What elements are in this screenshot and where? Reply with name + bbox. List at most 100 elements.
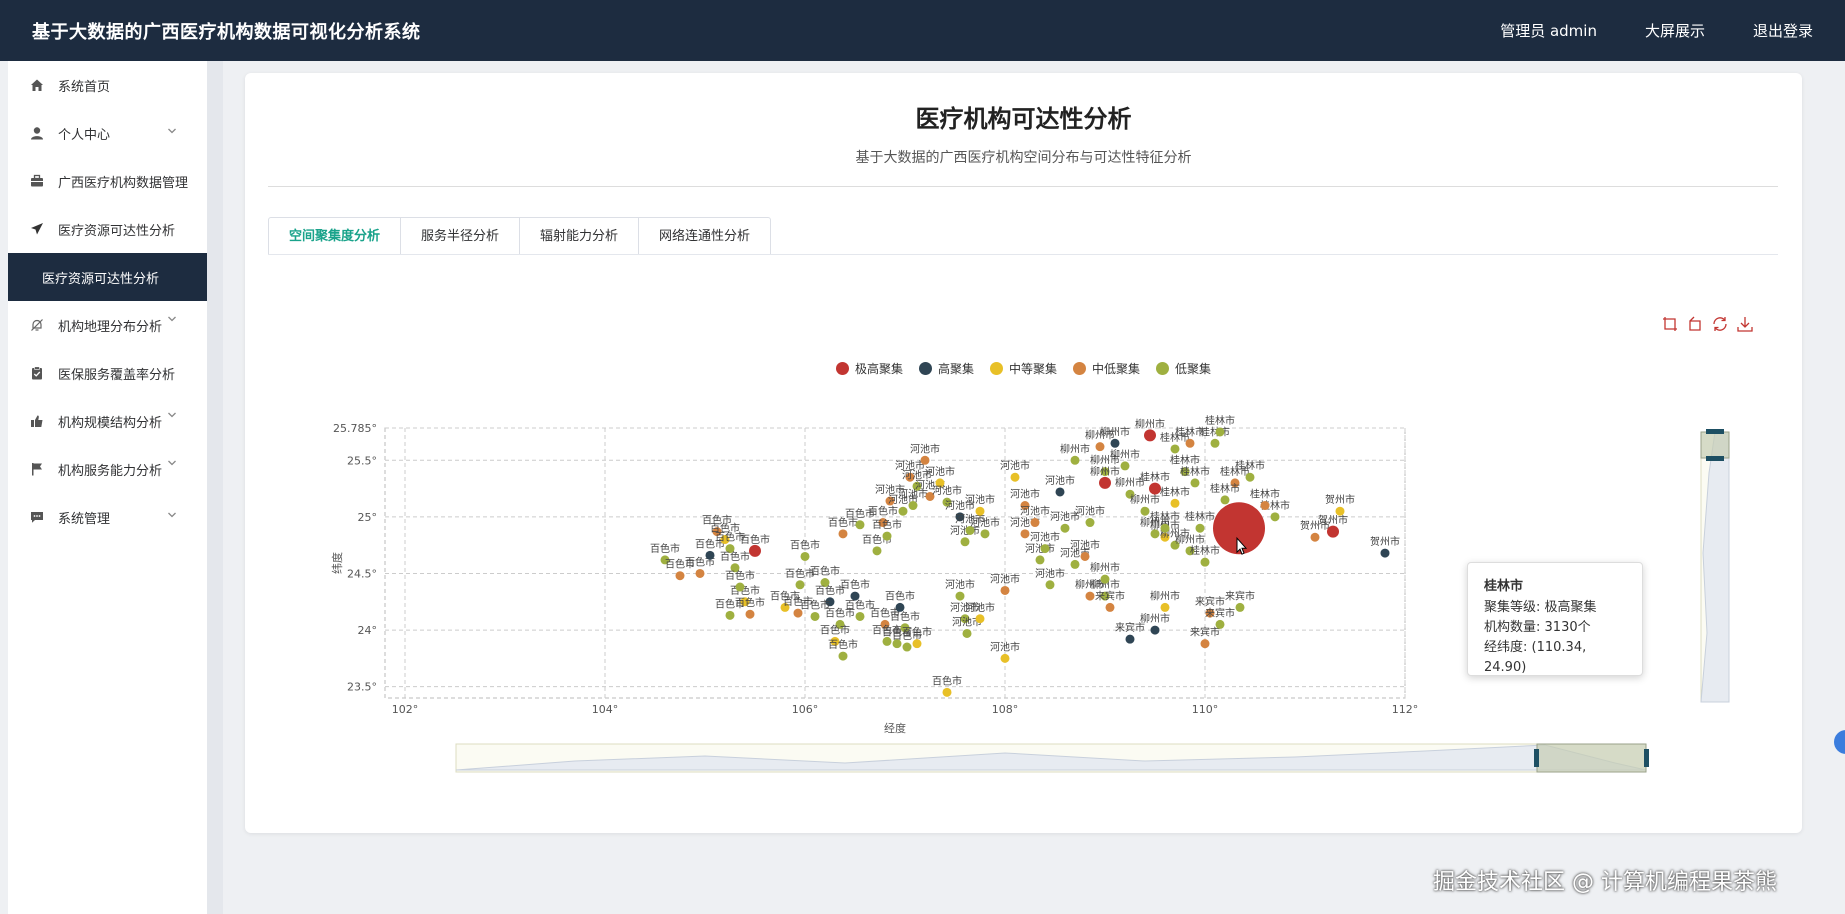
sidebar-item-system-management[interactable]: 系统管理: [8, 493, 207, 541]
point-marker[interactable]: [1270, 512, 1280, 522]
point-marker[interactable]: [1150, 625, 1160, 635]
point-marker[interactable]: [955, 591, 965, 601]
scatter-point[interactable]: 河池市: [1025, 542, 1055, 565]
sidebar-subitem-accessibility-active[interactable]: 医疗资源可达性分析: [8, 253, 207, 301]
point-marker[interactable]: [1170, 498, 1180, 508]
datazoom-handle[interactable]: [1534, 749, 1539, 767]
scatter-point[interactable]: 柳州市: [1060, 442, 1090, 465]
point-marker[interactable]: [975, 614, 985, 624]
point-marker[interactable]: [705, 550, 715, 560]
scatter-point[interactable]: 河池市: [1035, 567, 1065, 590]
sidebar-item-profile[interactable]: 个人中心: [8, 109, 207, 157]
scatter-point[interactable]: 河池市: [990, 572, 1020, 595]
point-marker[interactable]: [1020, 529, 1030, 539]
point-marker[interactable]: [795, 580, 805, 590]
point-marker[interactable]: [1170, 444, 1180, 454]
point-marker[interactable]: [980, 529, 990, 539]
scatter-point[interactable]: 来宾市: [1205, 606, 1235, 629]
point-marker[interactable]: [960, 537, 970, 547]
point-marker[interactable]: [810, 611, 820, 621]
point-marker[interactable]: [735, 582, 745, 592]
point-marker[interactable]: [1195, 523, 1205, 533]
point-marker[interactable]: [962, 628, 972, 638]
point-marker[interactable]: [1185, 438, 1195, 448]
point-marker[interactable]: [898, 506, 908, 516]
point-marker[interactable]: [695, 568, 705, 578]
scatter-point[interactable]: 柳州市: [1150, 589, 1180, 612]
scatter-point[interactable]: 百色市: [828, 638, 858, 661]
point-marker[interactable]: [1045, 580, 1055, 590]
scatter-point[interactable]: 来宾市: [1115, 621, 1145, 644]
datazoom-handle[interactable]: [1706, 429, 1724, 434]
point-marker[interactable]: [850, 591, 860, 601]
point-marker[interactable]: [855, 520, 865, 530]
sidebar-item-insurance-coverage[interactable]: 医保服务覆盖率分析: [8, 349, 207, 397]
scatter-point[interactable]: 百色市: [932, 674, 962, 697]
point-marker[interactable]: [1085, 591, 1095, 601]
point-marker[interactable]: [1095, 442, 1105, 452]
scatter-point[interactable]: 来宾市: [1095, 589, 1125, 612]
point-marker[interactable]: [1099, 476, 1111, 489]
logout-button[interactable]: 退出登录: [1753, 20, 1813, 41]
point-marker[interactable]: [1210, 438, 1220, 448]
point-marker[interactable]: [1235, 602, 1245, 612]
scatter-point[interactable]: 桂林市: [1235, 459, 1265, 482]
point-marker[interactable]: [1144, 429, 1156, 442]
point-marker[interactable]: [902, 642, 912, 652]
point-marker[interactable]: [1030, 518, 1040, 528]
scatter-point[interactable]: 河池市: [990, 640, 1020, 663]
scatter-point[interactable]: 贺州市: [1318, 514, 1348, 538]
scatter-point[interactable]: 河池市: [1075, 505, 1105, 528]
sidebar-item-accessibility[interactable]: 医疗资源可达性分析: [8, 205, 207, 253]
scatter-point[interactable]: 来宾市: [1190, 626, 1220, 649]
datazoom-handle[interactable]: [1706, 456, 1724, 461]
point-marker[interactable]: [1000, 585, 1010, 595]
point-marker[interactable]: [1110, 438, 1120, 448]
point-marker[interactable]: [1215, 427, 1225, 437]
point-marker[interactable]: [1070, 559, 1080, 569]
scatter-point[interactable]: 百色市: [720, 550, 750, 573]
point-marker[interactable]: [1120, 461, 1130, 471]
scatter-point[interactable]: 桂林市: [1160, 485, 1190, 508]
point-marker[interactable]: [1010, 472, 1020, 482]
point-marker[interactable]: [882, 531, 892, 541]
scatter-point[interactable]: 百色市: [840, 578, 870, 601]
point-marker[interactable]: [1200, 557, 1210, 567]
highlighted-point[interactable]: [1213, 502, 1265, 555]
point-marker[interactable]: [895, 602, 905, 612]
point-marker[interactable]: [1080, 551, 1090, 561]
point-marker[interactable]: [1200, 639, 1210, 649]
point-marker[interactable]: [1105, 602, 1115, 612]
point-marker[interactable]: [838, 651, 848, 661]
scatter-point[interactable]: 百色市: [790, 538, 820, 561]
point-marker[interactable]: [1215, 619, 1225, 629]
sidebar-item-home[interactable]: 系统首页: [8, 61, 207, 109]
point-marker[interactable]: [800, 551, 810, 561]
point-marker[interactable]: [1140, 506, 1150, 516]
point-marker[interactable]: [908, 501, 918, 511]
point-marker[interactable]: [745, 609, 755, 619]
point-marker[interactable]: [1260, 501, 1270, 511]
point-marker[interactable]: [838, 529, 848, 539]
point-marker[interactable]: [725, 610, 735, 620]
scatter-point[interactable]: 河池市: [965, 493, 995, 516]
sidebar-item-service-capacity[interactable]: 机构服务能力分析: [8, 445, 207, 493]
scatter-point[interactable]: 河池市: [945, 578, 975, 601]
point-marker[interactable]: [1100, 574, 1110, 584]
user-menu[interactable]: 管理员 admin: [1500, 20, 1597, 41]
point-marker[interactable]: [1055, 487, 1065, 497]
point-marker[interactable]: [1327, 525, 1339, 538]
point-marker[interactable]: [975, 506, 985, 516]
sidebar-item-data-management[interactable]: 广西医疗机构数据管理: [8, 157, 207, 205]
scatter-point[interactable]: 贺州市: [1325, 493, 1355, 516]
sidebar-item-scale-structure[interactable]: 机构规模结构分析: [8, 397, 207, 445]
point-marker[interactable]: [1040, 544, 1050, 554]
scatter-point[interactable]: 贺州市: [1370, 535, 1400, 558]
point-marker[interactable]: [1000, 653, 1010, 663]
point-marker[interactable]: [1160, 602, 1170, 612]
point-marker[interactable]: [1160, 523, 1170, 533]
scatter-point[interactable]: 百色市: [810, 565, 840, 588]
point-marker[interactable]: [1380, 548, 1390, 558]
floating-action-button[interactable]: [1834, 730, 1845, 754]
point-marker[interactable]: [749, 544, 761, 557]
